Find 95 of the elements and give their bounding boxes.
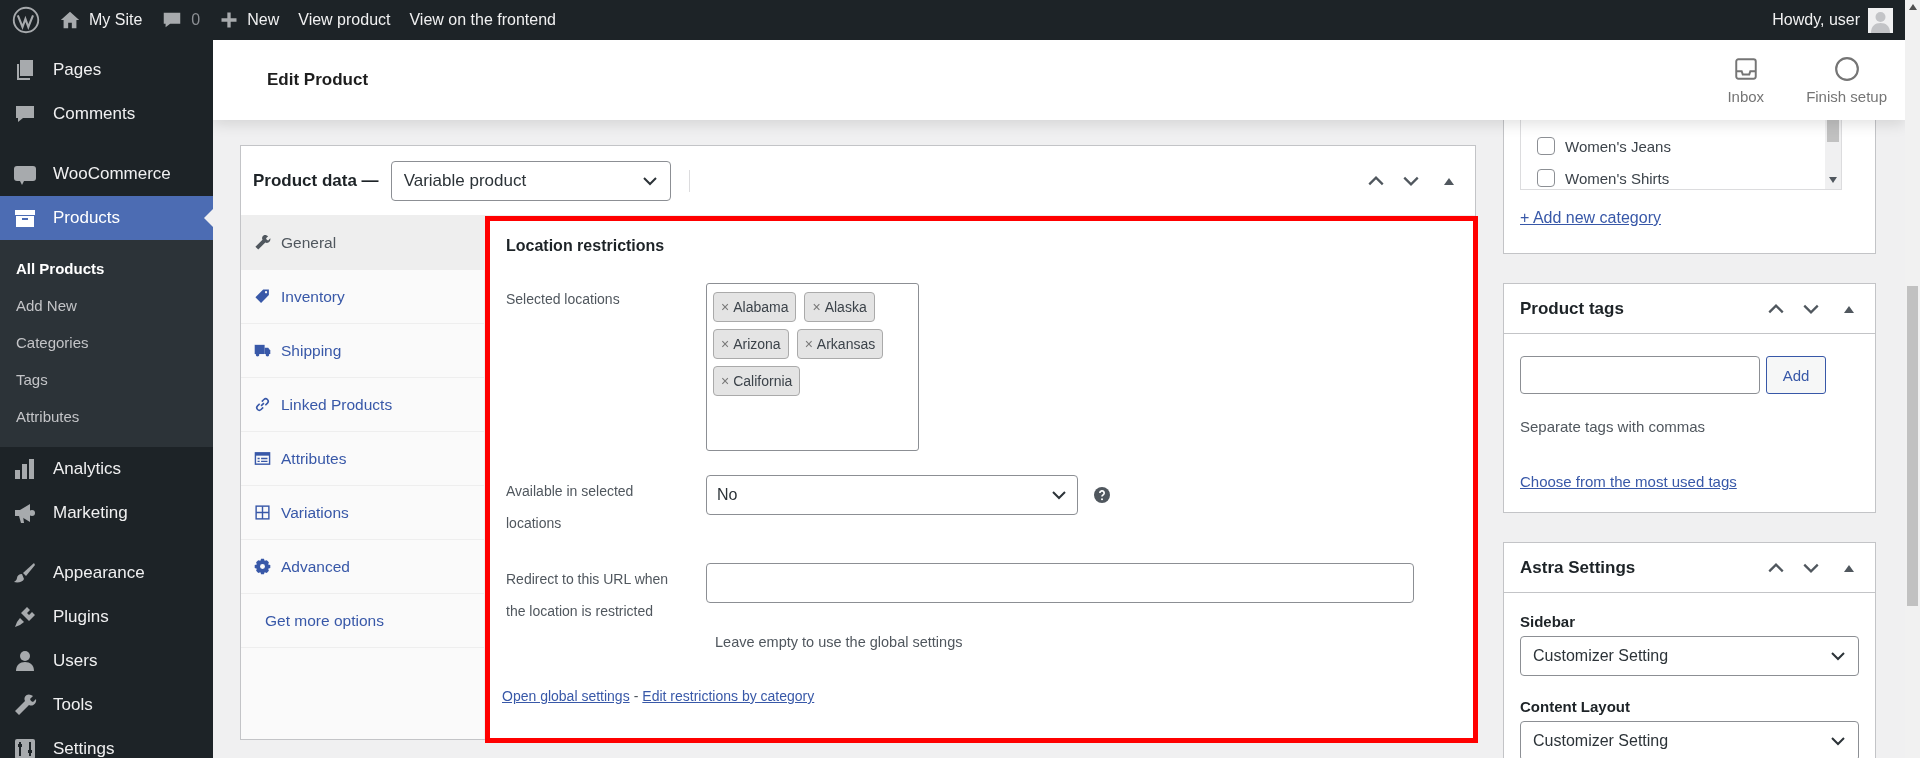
tab[interactable]: Shipping: [241, 324, 484, 378]
menu-item[interactable]: Appearance: [0, 551, 213, 595]
settings-link[interactable]: Edit restrictions by category: [642, 688, 815, 704]
help-icon[interactable]: [1094, 487, 1110, 503]
circle-icon: [1833, 55, 1860, 82]
scroll-up-icon[interactable]: [1908, 4, 1917, 10]
remove-button[interactable]: ×: [721, 336, 730, 352]
header-action[interactable]: Finish setup: [1800, 40, 1893, 120]
tab[interactable]: Inventory: [241, 270, 484, 324]
header-action[interactable]: Inbox: [1721, 40, 1771, 120]
dropdown-select[interactable]: No: [706, 475, 1078, 515]
tab[interactable]: General: [241, 216, 484, 270]
toolbar-link[interactable]: View on the frontend: [409, 0, 556, 40]
submenu-item[interactable]: Attributes: [0, 398, 213, 435]
menu-item[interactable]: WooCommerce: [0, 152, 213, 196]
wordpress-logo-icon[interactable]: [12, 6, 40, 34]
product-type-select[interactable]: Variable product: [390, 160, 671, 201]
avatar-icon[interactable]: [1868, 7, 1893, 33]
grid-icon: [254, 504, 271, 521]
tag-icon: [254, 288, 271, 305]
site-link[interactable]: My Site: [59, 0, 143, 40]
tag-input[interactable]: [1520, 356, 1760, 394]
field-label: Redirect to this URL when the location is restricted: [506, 570, 670, 621]
tab[interactable]: Get more options: [241, 594, 484, 648]
tag-label: Arizona: [733, 336, 781, 352]
list-card-icon: [254, 450, 271, 467]
add-category-link[interactable]: + Add new category: [1520, 209, 1661, 227]
tab[interactable]: Attributes: [241, 432, 484, 486]
paintbrush-icon: [13, 561, 37, 585]
inbox-icon: [1732, 55, 1759, 82]
panel-heading: Location restrictions: [506, 236, 666, 256]
box-title: Product tags: [1520, 298, 1624, 319]
new-link[interactable]: New: [219, 0, 280, 40]
settings-link[interactable]: Open global settings: [502, 688, 630, 704]
most-used-tags-link[interactable]: Choose from the most used tags: [1520, 473, 1737, 490]
tag-label: Arkansas: [816, 336, 876, 352]
field-label: Selected locations: [506, 290, 621, 309]
scroll-down-icon[interactable]: [1829, 177, 1837, 183]
hint-text: Separate tags with commas: [1520, 418, 1707, 435]
tag-label: California: [733, 373, 793, 389]
dropdown-select[interactable]: Customizer Setting: [1520, 721, 1859, 758]
tag-label: Alabama: [733, 299, 789, 315]
home-icon: [59, 9, 81, 31]
remove-button[interactable]: ×: [721, 373, 730, 389]
menu-item[interactable]: Plugins: [0, 595, 213, 639]
dropdown-select[interactable]: Customizer Setting: [1520, 636, 1859, 676]
menu-item[interactable]: Tools: [0, 683, 213, 727]
tab[interactable]: Advanced: [241, 540, 484, 594]
tab[interactable]: Variations: [241, 486, 484, 540]
account-greeting[interactable]: Howdy, user: [1772, 0, 1860, 40]
menu-item[interactable]: Analytics: [0, 447, 213, 491]
wrench-icon: [13, 693, 37, 717]
chain-link-icon: [254, 396, 271, 413]
url-input[interactable]: [706, 563, 1414, 603]
submenu-item[interactable]: Tags: [0, 361, 213, 398]
submenu-item[interactable]: Categories: [0, 324, 213, 361]
submenu-item[interactable]: All Products: [0, 250, 213, 287]
megaphone-icon: [13, 501, 37, 525]
menu-item[interactable]: Settings: [0, 727, 213, 758]
field-description: Leave empty to use the global settings: [715, 634, 964, 650]
bar-chart-icon: [13, 457, 37, 481]
link-separator: -: [633, 688, 639, 704]
menu-item[interactable]: Users: [0, 639, 213, 683]
submenu-item[interactable]: Add New: [0, 287, 213, 324]
category-label: Women's Shirts: [1565, 169, 1670, 187]
scrollbar-thumb[interactable]: [1827, 120, 1839, 142]
plus-icon: [219, 10, 240, 30]
scrollbar-thumb[interactable]: [1907, 286, 1918, 606]
user-icon: [13, 649, 37, 673]
checkbox[interactable]: [1537, 137, 1555, 155]
plug-icon: [13, 605, 37, 629]
tab[interactable]: Linked Products: [241, 378, 484, 432]
comments-link[interactable]: 0: [161, 0, 201, 40]
tag-label: Alaska: [824, 299, 867, 315]
field-label: Content Layout: [1520, 698, 1631, 715]
menu-item[interactable]: Products: [0, 196, 213, 240]
menu-item[interactable]: Pages: [0, 48, 213, 92]
box-title: Product data —: [253, 170, 379, 191]
menu-item[interactable]: Marketing: [0, 491, 213, 535]
gear-icon: [254, 558, 271, 575]
remove-button[interactable]: ×: [812, 299, 821, 315]
remove-button[interactable]: ×: [804, 336, 813, 352]
menu-item[interactable]: Comments: [0, 92, 213, 136]
add-button[interactable]: Add: [1766, 356, 1826, 394]
multi-select-field[interactable]: × Alabama × Alaska × Arizona × Arkansas × California: [706, 283, 919, 451]
wrench-icon: [254, 234, 271, 251]
field-label: Sidebar: [1520, 613, 1577, 630]
toolbar-link[interactable]: View product: [298, 0, 391, 40]
field-label: Available in selected locations: [506, 482, 635, 533]
box-title: Astra Settings: [1520, 557, 1636, 578]
category-label: Women's Jeans: [1565, 137, 1671, 155]
checkbox[interactable]: [1537, 169, 1555, 187]
remove-button[interactable]: ×: [721, 299, 730, 315]
page-title: Edit Product: [267, 70, 369, 90]
truck-icon: [254, 342, 271, 359]
